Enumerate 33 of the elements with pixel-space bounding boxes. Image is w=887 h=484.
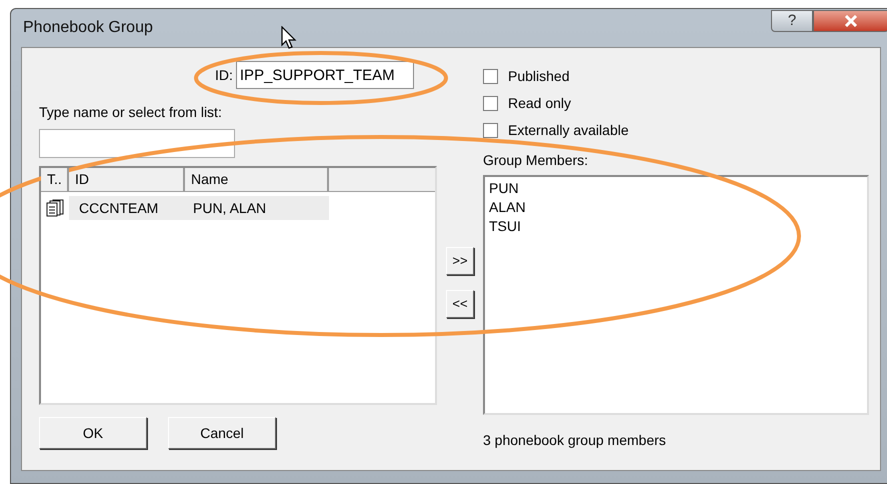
row-name: PUN, ALAN <box>193 198 266 218</box>
help-button[interactable]: ? <box>771 10 813 32</box>
ok-button[interactable]: OK <box>39 417 147 449</box>
members-list[interactable]: PUN ALAN TSUI <box>483 175 869 415</box>
checkbox[interactable] <box>483 123 498 138</box>
search-label: Type name or select from list: <box>39 103 223 122</box>
id-label: ID: <box>215 66 233 84</box>
checkbox[interactable] <box>483 96 498 111</box>
checkbox[interactable] <box>483 69 498 84</box>
status-text: 3 phonebook group members <box>483 431 667 450</box>
close-button[interactable] <box>813 10 887 32</box>
search-field[interactable] <box>39 129 235 158</box>
add-button[interactable]: >> <box>446 247 474 275</box>
checkbox-label: Read only <box>508 94 572 113</box>
column-header[interactable]: Name <box>185 168 329 192</box>
row-id: CCCNTEAM <box>78 198 160 218</box>
list-view[interactable]: T.. ID Name CCCNTEAM PUN, ALAN <box>39 166 437 405</box>
cursor-icon <box>281 26 297 50</box>
list-row[interactable]: CCCNTEAM PUN, ALAN <box>69 196 329 220</box>
member-item[interactable]: TSUI <box>489 217 521 236</box>
window-title: Phonebook Group <box>23 18 153 38</box>
document-stack-icon <box>45 198 65 218</box>
close-icon <box>844 15 858 27</box>
remove-button[interactable]: << <box>446 290 474 318</box>
checkbox-label: Published <box>508 67 570 86</box>
id-field[interactable]: IPP_SUPPORT_TEAM <box>236 61 414 89</box>
member-item[interactable]: ALAN <box>489 198 526 217</box>
members-label: Group Members: <box>483 151 590 170</box>
column-header[interactable]: T.. <box>41 168 69 192</box>
column-header[interactable]: ID <box>69 168 185 192</box>
cancel-button[interactable]: Cancel <box>168 417 276 449</box>
member-item[interactable]: PUN <box>489 179 519 198</box>
checkbox-label: Externally available <box>508 121 629 140</box>
